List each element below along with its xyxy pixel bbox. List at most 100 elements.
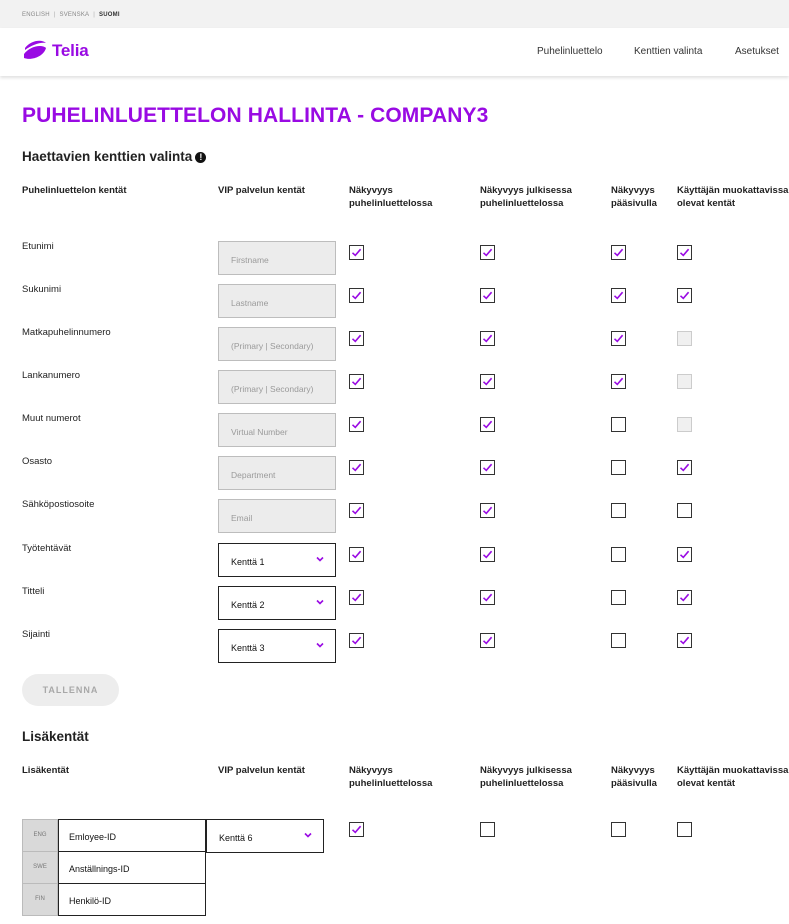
checkbox-visibility-directory[interactable] <box>349 590 364 605</box>
field-label: Matkapuhelinnumero <box>22 327 111 338</box>
checkmark-icon <box>482 420 493 429</box>
select-value: Kenttä 6 <box>219 833 253 843</box>
language-bar: ENGLISH | SVENSKA | SUOMI <box>0 0 789 28</box>
chevron-down-icon <box>316 599 324 605</box>
checkbox-visibility-directory[interactable] <box>349 245 364 260</box>
checkmark-icon <box>613 291 624 300</box>
extra-checkbox-visibility-public[interactable] <box>480 822 495 837</box>
checkmark-icon <box>679 593 690 602</box>
select-value: Kenttä 3 <box>231 643 265 653</box>
checkbox-visibility-public[interactable] <box>480 417 495 432</box>
checkbox-visibility-public[interactable] <box>480 503 495 518</box>
checkmark-icon <box>679 550 690 559</box>
checkbox-visibility-directory[interactable] <box>349 633 364 648</box>
extra-checkbox-user-editable[interactable] <box>677 822 692 837</box>
checkbox-visibility-public[interactable] <box>480 590 495 605</box>
column-header-user-editable: Käyttäjän muokattavissa olevat kentät <box>677 185 789 209</box>
checkbox-visibility-directory[interactable] <box>349 331 364 346</box>
checkmark-icon <box>482 334 493 343</box>
checkbox-visibility-main[interactable] <box>611 547 626 562</box>
checkbox-visibility-main[interactable] <box>611 633 626 648</box>
checkmark-icon <box>613 377 624 386</box>
extra-field-name-input-fin[interactable]: Henkilö-ID <box>58 883 206 916</box>
checkmark-icon <box>351 334 362 343</box>
language-tag: FIN <box>22 883 58 916</box>
vip-field-input: Email <box>218 499 336 533</box>
field-label: Sijainti <box>22 629 50 640</box>
checkbox-visibility-public[interactable] <box>480 288 495 303</box>
checkbox-visibility-public[interactable] <box>480 245 495 260</box>
field-label: Etunimi <box>22 241 54 252</box>
checkbox-visibility-main[interactable] <box>611 417 626 432</box>
checkmark-icon <box>351 825 362 834</box>
checkbox-visibility-main[interactable] <box>611 460 626 475</box>
checkmark-icon <box>351 593 362 602</box>
field-label: Sähköpostiosoite <box>22 499 95 510</box>
extra-vip-field-select[interactable]: Kenttä 6 <box>206 819 324 853</box>
extra-field-name-input-swe[interactable]: Anställnings-ID <box>58 851 206 884</box>
checkmark-icon <box>613 248 624 257</box>
field-label: Lankanumero <box>22 370 81 381</box>
checkbox-visibility-directory[interactable] <box>349 460 364 475</box>
checkbox-user-editable[interactable] <box>677 547 692 562</box>
field-label: Muut numerot <box>22 413 81 424</box>
nav-asetukset[interactable]: Asetukset <box>735 46 779 57</box>
checkmark-icon <box>351 248 362 257</box>
checkbox-visibility-directory[interactable] <box>349 374 364 389</box>
telia-logo[interactable]: Telia <box>22 36 89 66</box>
checkbox-visibility-main[interactable] <box>611 374 626 389</box>
nav-kenttien-valinta[interactable]: Kenttien valinta <box>634 46 702 57</box>
checkbox-user-editable[interactable] <box>677 503 692 518</box>
checkmark-icon <box>351 463 362 472</box>
checkmark-icon <box>482 506 493 515</box>
vip-field-select[interactable]: Kenttä 1 <box>218 543 336 577</box>
lang-svenska[interactable]: SVENSKA <box>60 12 90 18</box>
checkmark-icon <box>351 506 362 515</box>
checkmark-icon <box>351 420 362 429</box>
vip-field-select[interactable]: Kenttä 3 <box>218 629 336 663</box>
page-title: PUHELINLUETTELON HALLINTA - COMPANY3 <box>22 104 489 127</box>
checkbox-visibility-public[interactable] <box>480 460 495 475</box>
save-button[interactable]: TALLENNA <box>22 674 119 706</box>
extra-checkbox-visibility-main[interactable] <box>611 822 626 837</box>
info-icon[interactable]: ! <box>195 152 207 163</box>
checkbox-visibility-main[interactable] <box>611 245 626 260</box>
extra-checkbox-visibility-directory[interactable] <box>349 822 364 837</box>
checkbox-visibility-directory[interactable] <box>349 503 364 518</box>
vip-field-select[interactable]: Kenttä 2 <box>218 586 336 620</box>
checkbox-user-editable[interactable] <box>677 245 692 260</box>
checkbox-visibility-directory[interactable] <box>349 288 364 303</box>
nav-puhelinluettelo[interactable]: Puhelinluettelo <box>537 46 603 57</box>
lang-suomi[interactable]: SUOMI <box>99 12 120 18</box>
checkbox-user-editable[interactable] <box>677 633 692 648</box>
checkbox-visibility-main[interactable] <box>611 288 626 303</box>
checkmark-icon <box>351 291 362 300</box>
checkmark-icon <box>351 377 362 386</box>
vip-field-input: (Primary | Secondary) <box>218 327 336 361</box>
column-header-vip-field: VIP palvelun kentät <box>218 765 305 776</box>
checkbox-visibility-main[interactable] <box>611 331 626 346</box>
checkbox-visibility-main[interactable] <box>611 590 626 605</box>
vip-field-input: Department <box>218 456 336 490</box>
chevron-down-icon <box>316 642 324 648</box>
checkbox-visibility-main[interactable] <box>611 503 626 518</box>
checkbox-visibility-directory[interactable] <box>349 417 364 432</box>
checkbox-visibility-public[interactable] <box>480 374 495 389</box>
vip-field-input: Firstname <box>218 241 336 275</box>
telia-pebble-icon <box>24 40 46 59</box>
checkmark-icon <box>482 291 493 300</box>
checkmark-icon <box>482 377 493 386</box>
vip-field-input: Lastname <box>218 284 336 318</box>
checkbox-user-editable[interactable] <box>677 460 692 475</box>
checkbox-user-editable[interactable] <box>677 590 692 605</box>
field-label: Osasto <box>22 456 53 467</box>
section-title-extra-fields: Lisäkentät <box>22 729 89 744</box>
checkbox-user-editable[interactable] <box>677 288 692 303</box>
section-title-search-fields: Haettavien kenttien valinta! <box>22 149 207 164</box>
extra-field-name-input-eng[interactable]: Emloyee-ID <box>58 819 206 852</box>
checkbox-visibility-public[interactable] <box>480 331 495 346</box>
checkbox-visibility-public[interactable] <box>480 633 495 648</box>
checkbox-visibility-directory[interactable] <box>349 547 364 562</box>
lang-english[interactable]: ENGLISH <box>22 12 50 18</box>
checkbox-visibility-public[interactable] <box>480 547 495 562</box>
